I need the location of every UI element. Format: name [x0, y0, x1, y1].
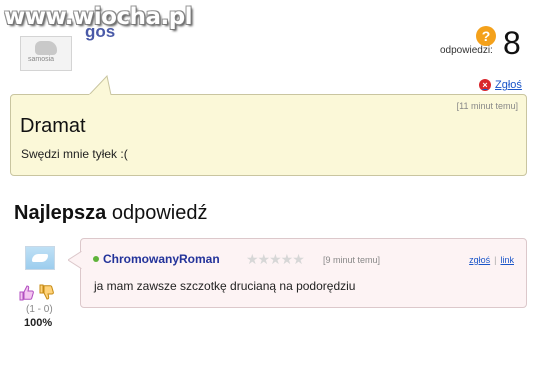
best-answer-heading: Najlepsza odpowiedź: [14, 202, 207, 225]
thumbs-down-icon[interactable]: [39, 284, 55, 300]
report-question-link[interactable]: × Zgłoś: [479, 79, 522, 91]
question-body: Swędzi mnie tyłek :(: [21, 147, 128, 161]
question-title: Dramat: [20, 115, 86, 137]
question-bubble: [11 minut temu] Dramat Swędzi mnie tyłek…: [10, 75, 527, 176]
online-status-dot: [93, 256, 99, 262]
bird-icon: [32, 254, 48, 262]
vote-counts: (1 - 0): [26, 304, 53, 315]
question-time: [11 minut temu]: [456, 101, 518, 111]
report-label[interactable]: Zgłoś: [495, 79, 522, 91]
actions-separator: |: [494, 255, 497, 265]
bubble-tail: [88, 75, 112, 95]
avatar-image: [35, 41, 57, 55]
answer-body: ja mam zawsze szczotkę drucianą na podor…: [94, 279, 356, 293]
vote-percent: 100%: [24, 317, 53, 329]
asker-name[interactable]: gos: [85, 22, 115, 42]
thumbs-up-icon[interactable]: [19, 285, 35, 301]
avatar-text: samosia: [28, 56, 55, 63]
answer-bubble: ChromowanyRoman ★★★★★ [9 minut temu] zgł…: [68, 238, 527, 308]
best-answer-heading-bold: Najlepsza: [14, 202, 107, 224]
rating-stars: ★★★★★: [246, 251, 305, 267]
answers-count: 8: [503, 25, 521, 61]
best-answer-heading-rest: odpowiedź: [106, 202, 208, 224]
answer-time: [9 minut temu]: [323, 255, 381, 265]
answer-actions: zgłoś | link: [469, 255, 514, 265]
answers-label: odpowiedzi:: [440, 45, 493, 56]
answer-report-link[interactable]: zgłoś: [469, 255, 490, 265]
question-mark-icon: ?: [476, 26, 496, 46]
asker-avatar[interactable]: samosia: [20, 36, 72, 71]
answerer-avatar[interactable]: [25, 246, 55, 270]
answer-author[interactable]: ChromowanyRoman: [103, 252, 220, 266]
report-x-icon: ×: [479, 79, 491, 91]
answer-permalink[interactable]: link: [500, 255, 514, 265]
answer-bubble-tail: [68, 251, 82, 269]
